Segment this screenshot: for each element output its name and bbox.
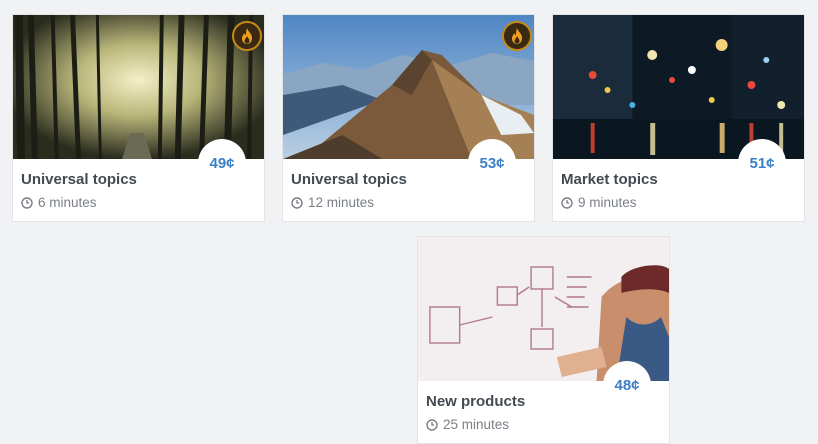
hot-badge — [502, 21, 532, 51]
price-badge: 48¢ — [603, 361, 651, 409]
mountain-image — [283, 15, 534, 159]
whiteboard-image — [418, 237, 669, 381]
clock-icon — [426, 418, 438, 431]
city-lights-image — [553, 15, 804, 159]
duration-text: 6 minutes — [38, 195, 97, 210]
course-card[interactable]: 49¢ Universal topics 6 minutes — [12, 14, 265, 222]
course-card[interactable]: 51¢ Market topics 9 minutes — [552, 14, 805, 222]
flame-icon — [242, 28, 252, 44]
clock-icon — [561, 196, 573, 209]
price-badge: 51¢ — [738, 139, 786, 187]
price-badge: 49¢ — [198, 139, 246, 187]
card-duration: 12 minutes — [291, 195, 526, 210]
course-card[interactable]: 53¢ Universal topics 12 minutes — [282, 14, 535, 222]
forest-image — [13, 15, 264, 159]
duration-text: 12 minutes — [308, 195, 375, 210]
duration-text: 25 minutes — [443, 417, 510, 432]
clock-icon — [21, 196, 33, 209]
card-duration: 9 minutes — [561, 195, 796, 210]
price-badge: 53¢ — [468, 139, 516, 187]
hot-badge — [232, 21, 262, 51]
card-thumbnail[interactable] — [418, 237, 669, 381]
card-thumbnail[interactable] — [13, 15, 264, 159]
clock-icon — [291, 196, 303, 209]
card-thumbnail[interactable] — [553, 15, 804, 159]
card-duration: 6 minutes — [21, 195, 256, 210]
card-thumbnail[interactable] — [283, 15, 534, 159]
course-card[interactable]: 48¢ New products 25 minutes — [417, 236, 670, 444]
flame-icon — [512, 28, 522, 44]
duration-text: 9 minutes — [578, 195, 637, 210]
card-duration: 25 minutes — [426, 417, 661, 432]
